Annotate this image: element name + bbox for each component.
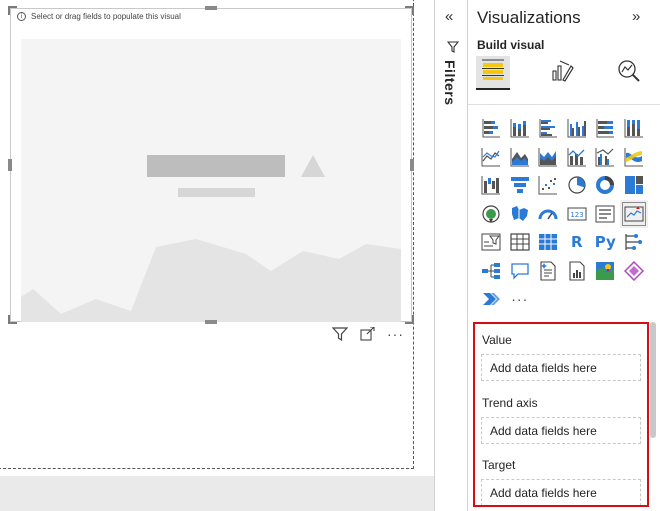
table-icon[interactable] [506, 228, 535, 257]
format-visual-icon [549, 58, 575, 89]
kpi-placeholder-graphic [21, 39, 401, 322]
focus-mode-icon[interactable] [360, 327, 375, 341]
visual-hint-text: Select or drag fields to populate this v… [31, 12, 181, 21]
filters-pane-collapsed[interactable]: « Filters [434, 0, 467, 511]
well-trend-axis-title: Trend axis [482, 396, 538, 410]
filter-icon [446, 40, 460, 58]
stacked-area-chart-icon[interactable] [534, 143, 563, 172]
filters-label[interactable]: Filters [442, 60, 458, 106]
key-influencers-icon[interactable] [620, 228, 649, 257]
clustered-column-chart-icon[interactable] [563, 114, 592, 143]
visual-hint: i Select or drag fields to populate this… [17, 12, 181, 21]
slicer-icon[interactable] [477, 228, 506, 257]
visual-row [477, 143, 649, 172]
resize-handle-bottom-left[interactable] [8, 315, 17, 324]
gauge-icon[interactable] [534, 200, 563, 229]
resize-handle-top[interactable] [205, 6, 217, 10]
field-wells: Value Add data fields here Trend axis Ad… [473, 322, 649, 507]
pane-title: Visualizations [477, 8, 581, 27]
map-icon[interactable] [477, 200, 506, 229]
double-chevron-left-icon[interactable]: « [445, 8, 453, 25]
ribbon-chart-icon[interactable] [620, 143, 649, 172]
analytics-icon [616, 58, 642, 89]
100-percent-stacked-column-chart-icon[interactable] [620, 114, 649, 143]
stacked-column-chart-icon[interactable] [506, 114, 535, 143]
q-and-a-icon[interactable] [506, 257, 535, 286]
canvas-bottom-bar [0, 476, 467, 511]
line-and-clustered-column-chart-icon[interactable] [591, 143, 620, 172]
well-target-drop-zone[interactable]: Add data fields here [481, 479, 641, 505]
well-value-drop-zone[interactable]: Add data fields here [481, 354, 641, 381]
visual-row: 123 [477, 199, 649, 229]
build-visual-tab[interactable] [476, 56, 510, 90]
line-chart-icon[interactable] [477, 143, 506, 172]
card-icon[interactable]: 123 [563, 200, 592, 229]
paginated-report-icon[interactable] [563, 257, 592, 286]
kpi-visual-placeholder[interactable]: i Select or drag fields to populate this… [8, 6, 414, 324]
area-chart-icon[interactable] [506, 143, 535, 172]
resize-handle-top-left[interactable] [8, 6, 17, 15]
100-percent-stacked-bar-chart-icon[interactable] [591, 114, 620, 143]
filter-icon[interactable] [332, 327, 348, 341]
format-visual-tab[interactable] [545, 56, 579, 90]
smart-narrative-icon[interactable] [534, 257, 563, 286]
visual-row: ··· [477, 285, 649, 314]
kpi-icon[interactable] [619, 199, 648, 228]
pane-divider [468, 104, 660, 105]
clustered-bar-chart-icon[interactable] [534, 114, 563, 143]
well-value-title: Value [482, 333, 512, 347]
resize-handle-right[interactable] [410, 159, 414, 171]
pane-scrollbar[interactable] [650, 322, 656, 438]
python-visual-icon[interactable]: Py [591, 228, 620, 257]
r-script-visual-icon[interactable]: R [563, 228, 592, 257]
well-target-title: Target [482, 458, 516, 472]
visual-row: R Py [477, 228, 649, 257]
multi-row-card-icon[interactable] [591, 200, 620, 229]
more-visuals-icon[interactable]: ··· [506, 285, 535, 314]
more-options-icon[interactable]: ··· [387, 327, 404, 341]
visual-header-actions: ··· [332, 327, 404, 341]
pie-chart-icon[interactable] [563, 171, 592, 200]
stacked-bar-chart-icon[interactable] [477, 114, 506, 143]
resize-handle-top-right[interactable] [405, 6, 414, 15]
scatter-chart-icon[interactable] [534, 171, 563, 200]
visual-row [477, 257, 649, 286]
well-trend-axis-drop-zone[interactable]: Add data fields here [481, 417, 641, 444]
resize-handle-bottom-right[interactable] [405, 315, 414, 324]
info-icon: i [17, 12, 26, 21]
filled-map-icon[interactable] [506, 200, 535, 229]
azure-map-icon[interactable] [591, 257, 620, 286]
resize-handle-bottom[interactable] [205, 320, 217, 324]
matrix-icon[interactable] [534, 228, 563, 257]
donut-chart-icon[interactable] [591, 171, 620, 200]
decomposition-tree-icon[interactable] [477, 257, 506, 286]
visual-row [477, 114, 649, 143]
report-canvas: i Select or drag fields to populate this… [0, 0, 434, 476]
svg-text:123: 123 [570, 211, 583, 219]
visualizations-pane: Visualizations » Build visual 123 R Py ·… [467, 0, 660, 511]
build-visual-icon [480, 57, 506, 88]
build-visual-label: Build visual [477, 38, 545, 52]
power-apps-icon[interactable] [620, 257, 649, 286]
waterfall-chart-icon[interactable] [477, 171, 506, 200]
analytics-tab[interactable] [612, 56, 646, 90]
resize-handle-left[interactable] [8, 159, 12, 171]
double-chevron-right-icon[interactable]: » [632, 8, 640, 25]
visual-type-grid: 123 R Py ··· [477, 114, 649, 314]
funnel-icon[interactable] [506, 171, 535, 200]
r-label: R [570, 233, 583, 252]
line-and-stacked-column-chart-icon[interactable] [563, 143, 592, 172]
visual-row [477, 171, 649, 200]
power-automate-icon[interactable] [477, 285, 506, 314]
python-label: Py [594, 233, 616, 252]
treemap-icon[interactable] [620, 171, 649, 200]
